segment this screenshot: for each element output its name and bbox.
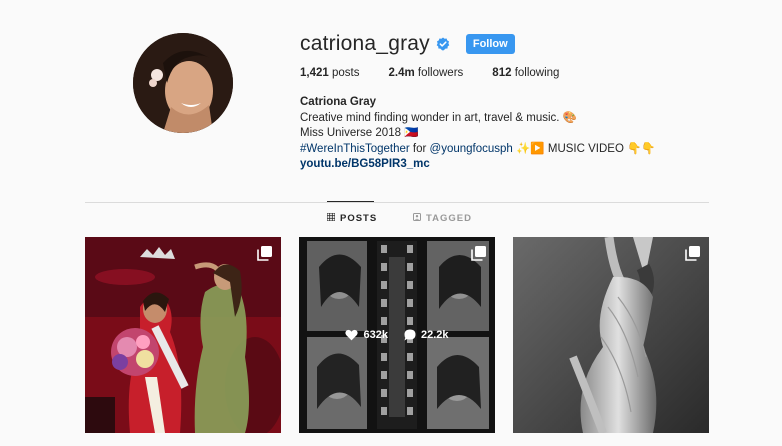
carousel-icon (257, 245, 273, 261)
following-label: following (514, 67, 560, 79)
post-tile-3[interactable] (513, 237, 709, 433)
likes-stat: 632k (345, 329, 388, 341)
post-tile-2[interactable]: 632k 22.2k (299, 237, 495, 433)
tab-tagged[interactable]: TAGGED (413, 213, 472, 224)
bio-line-3: #WereInThisTogether for @youngfocusph ✨▶… (300, 142, 720, 158)
bio-line-3-mid: for (409, 142, 430, 155)
verified-badge-icon (436, 37, 450, 51)
profile-header: catriona_gray Follow (300, 33, 515, 55)
post-hover-overlay: 632k 22.2k (299, 237, 495, 433)
profile-stats: 1,421 posts 2.4m followers 812 following (300, 67, 588, 79)
avatar-photo (133, 33, 233, 133)
followers-count: 2.4m (388, 67, 415, 79)
bio-line-1: Creative mind finding wonder in art, tra… (300, 111, 578, 124)
mention-link[interactable]: @youngfocusph (430, 143, 513, 155)
bio-line-3-end: ✨▶️ MUSIC VIDEO 👇👇 (512, 142, 656, 155)
hashtag-link[interactable]: #WereInThisTogether (300, 143, 410, 155)
post-image-1 (85, 237, 281, 433)
post-tile-1[interactable] (85, 237, 281, 433)
tabs-divider (85, 202, 709, 203)
full-name: Catriona Gray (300, 96, 377, 108)
username: catriona_gray (300, 32, 430, 55)
comments-stat: 22.2k (404, 329, 449, 341)
carousel-icon (471, 245, 487, 261)
comment-icon (404, 329, 416, 341)
tab-posts-label: POSTS (340, 213, 378, 224)
post-image-3 (513, 237, 709, 433)
tagged-icon (413, 213, 421, 224)
following-count: 812 (492, 67, 512, 79)
tab-tagged-label: TAGGED (426, 213, 472, 224)
profile-bio: Catriona Gray Creative mind finding wond… (300, 95, 720, 173)
grid-icon (326, 212, 336, 224)
tab-posts[interactable]: POSTS (326, 212, 378, 224)
profile-avatar[interactable] (133, 33, 233, 133)
active-tab-indicator (327, 201, 374, 202)
heart-icon (345, 329, 359, 341)
followers-label: followers (417, 67, 464, 79)
likes-count: 632k (363, 329, 388, 341)
bio-line-2: Miss Universe 2018 🇵🇭 (300, 127, 419, 139)
posts-stat: 1,421 posts (300, 67, 359, 79)
followers-stat[interactable]: 2.4m followers (388, 67, 463, 79)
comments-count: 22.2k (420, 329, 449, 341)
carousel-icon (685, 245, 701, 261)
follow-button[interactable]: Follow (465, 34, 515, 54)
profile-tabs: POSTS TAGGED (0, 212, 782, 227)
posts-count: 1,421 (300, 67, 329, 79)
website-link[interactable]: youtu.be/BG58PIR3_mc (300, 158, 430, 170)
posts-label: posts (331, 67, 360, 79)
following-stat[interactable]: 812 following (492, 67, 559, 79)
